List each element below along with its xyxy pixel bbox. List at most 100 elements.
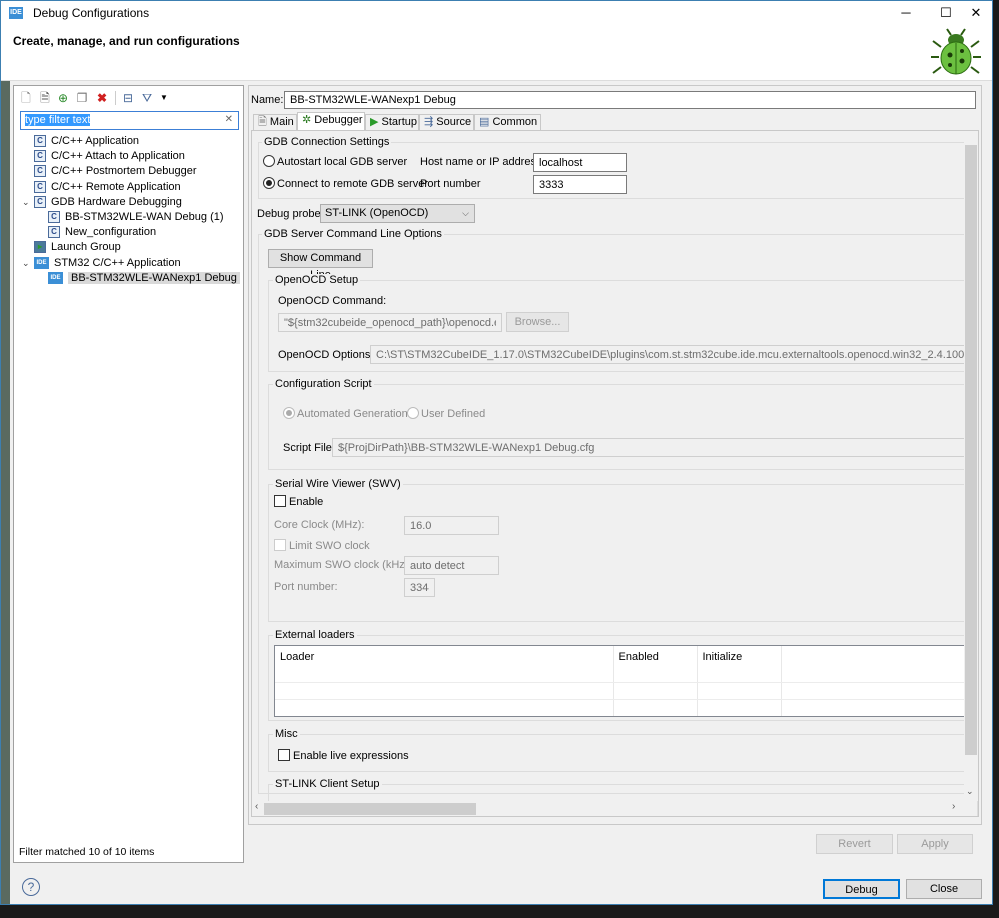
tree-item[interactable]: C C/C++ Remote Application xyxy=(14,180,243,195)
dropdown-icon[interactable]: ▼ xyxy=(156,90,172,106)
tab-startup[interactable]: ▶ Startup xyxy=(365,114,419,130)
vertical-scroll-thumb[interactable] xyxy=(965,145,977,755)
background-window-edge xyxy=(1,81,10,904)
tree-item[interactable]: C New_configuration xyxy=(14,225,243,240)
source-tab-icon: ⇶ xyxy=(424,116,434,128)
swv-group xyxy=(268,484,978,622)
automated-generation-label: Automated Generation xyxy=(297,408,408,420)
configuration-name-input[interactable] xyxy=(284,91,976,109)
filter-text: type filter text xyxy=(25,114,91,126)
horizontal-scrollbar[interactable]: ‹ › xyxy=(252,801,964,816)
tree-item[interactable]: C C/C++ Attach to Application xyxy=(14,149,243,164)
c-config-icon: C xyxy=(48,211,60,224)
openocd-options-input[interactable] xyxy=(370,345,970,364)
delete-icon[interactable]: ✖ xyxy=(94,90,110,106)
host-label: Host name or IP address xyxy=(420,156,542,168)
duplicate-icon[interactable]: ⊕ xyxy=(55,90,71,106)
chevron-down-icon[interactable]: ⌄ xyxy=(22,256,34,271)
common-tab-icon: ▤ xyxy=(479,116,490,128)
openocd-setup-title: OpenOCD Setup xyxy=(273,274,361,286)
c-config-icon: C xyxy=(34,165,46,178)
gdb-server-options-title: GDB Server Command Line Options xyxy=(262,228,444,240)
tab-label: Common xyxy=(492,116,538,128)
debug-probe-select[interactable]: ST-LINK (OpenOCD) ⌵ xyxy=(320,204,475,223)
limit-swo-checkbox[interactable]: Limit SWO clock xyxy=(274,539,370,552)
browse-button[interactable]: Browse... xyxy=(506,312,569,332)
gdb-connection-title: GDB Connection Settings xyxy=(262,136,392,148)
host-input[interactable] xyxy=(533,153,627,172)
column-loader[interactable]: Loader xyxy=(275,646,614,683)
debug-button[interactable]: Debug xyxy=(823,879,900,899)
script-file-label: Script File: xyxy=(283,442,335,454)
help-icon[interactable]: ? xyxy=(22,878,40,896)
revert-button[interactable]: Revert xyxy=(816,834,893,854)
automated-generation-radio[interactable]: Automated Generation xyxy=(283,407,408,420)
tab-main[interactable]: 🗎 Main xyxy=(253,114,297,130)
collapse-all-icon[interactable]: ⊟ xyxy=(120,90,136,106)
tree-item[interactable]: ⌄ IDE STM32 C/C++ Application xyxy=(14,256,243,271)
apply-button[interactable]: Apply xyxy=(897,834,973,854)
column-initialize[interactable]: Initialize xyxy=(697,646,782,683)
filter-input[interactable]: type filter text ✕ xyxy=(20,111,239,130)
new-config-icon[interactable]: 🗋 xyxy=(18,90,34,106)
tree-item-label: Launch Group xyxy=(51,241,121,254)
tab-debugger[interactable]: ✲ Debugger xyxy=(297,112,365,130)
tab-source[interactable]: ⇶ Source xyxy=(419,114,474,130)
chevron-down-icon: ⌵ xyxy=(462,208,469,218)
close-window-button[interactable]: ✕ xyxy=(961,3,991,23)
tree-item[interactable]: IDE BB-STM32WLE-WANexp1 Debug xyxy=(14,271,243,286)
tab-label: Startup xyxy=(381,116,417,128)
maximize-button[interactable]: ☐ xyxy=(931,3,961,23)
core-clock-input[interactable] xyxy=(404,516,499,535)
dialog-title: Create, manage, and run configurations xyxy=(13,34,240,48)
checkbox-icon xyxy=(274,539,286,551)
tree-item[interactable]: ⌄ C GDB Hardware Debugging xyxy=(14,195,243,210)
horizontal-scroll-thumb[interactable] xyxy=(264,803,476,815)
main-tab-icon: 🗎 xyxy=(258,116,267,128)
export-icon[interactable]: ❐ xyxy=(74,90,90,106)
stlink-client-title: ST-LINK Client Setup xyxy=(273,778,382,790)
vertical-scrollbar[interactable]: ⌄ xyxy=(964,131,978,801)
limit-swo-label: Limit SWO clock xyxy=(289,540,370,552)
scroll-left-icon[interactable]: ‹ xyxy=(255,801,258,812)
external-loaders-table[interactable]: Loader Enabled Initialize xyxy=(274,645,974,717)
connect-remote-radio[interactable]: Connect to remote GDB server xyxy=(263,177,428,190)
tab-label: Debugger xyxy=(314,114,363,126)
c-config-icon: C xyxy=(48,226,60,239)
name-label: Name: xyxy=(251,94,284,106)
live-expressions-label: Enable live expressions xyxy=(293,750,409,762)
tab-common[interactable]: ▤ Common xyxy=(474,114,541,130)
filter-icon[interactable]: ⛛ xyxy=(139,90,155,106)
tree-item[interactable]: ▸ Launch Group xyxy=(14,240,243,255)
stm32-ide-icon: IDE xyxy=(34,256,49,269)
tree-item-label: STM32 C/C++ Application xyxy=(54,256,181,269)
tree-item[interactable]: C C/C++ Postmortem Debugger xyxy=(14,164,243,179)
column-enabled[interactable]: Enabled xyxy=(613,646,698,683)
max-swo-input[interactable] xyxy=(404,556,499,575)
show-command-line-button[interactable]: Show Command Line xyxy=(268,249,373,281)
dialog-header: Create, manage, and run configurations xyxy=(1,25,992,81)
tree-item[interactable]: C C/C++ Application xyxy=(14,134,243,149)
user-defined-radio[interactable]: User Defined xyxy=(407,407,485,420)
close-button[interactable]: Close xyxy=(906,879,982,899)
port-input[interactable] xyxy=(533,175,627,194)
scroll-down-icon[interactable]: ⌄ xyxy=(966,786,974,797)
swv-port-label: Port number: xyxy=(274,581,338,593)
probe-value: ST-LINK (OpenOCD) xyxy=(325,207,429,219)
chevron-down-icon[interactable]: ⌄ xyxy=(22,195,34,210)
core-clock-label: Core Clock (MHz): xyxy=(274,519,365,531)
tab-label: Source xyxy=(436,116,472,128)
swv-enable-checkbox[interactable]: Enable xyxy=(274,495,323,508)
minimize-button[interactable]: ─ xyxy=(891,3,921,23)
scroll-right-icon[interactable]: › xyxy=(952,801,955,812)
script-file-input[interactable] xyxy=(332,438,972,457)
live-expressions-checkbox[interactable]: Enable live expressions xyxy=(278,749,409,762)
swv-port-input[interactable] xyxy=(404,578,435,597)
new-prototype-icon[interactable]: 🗎 xyxy=(37,90,53,106)
openocd-command-label: OpenOCD Command: xyxy=(278,295,387,307)
tree-item[interactable]: C BB-STM32WLE-WAN Debug (1) xyxy=(14,210,243,225)
openocd-command-input[interactable] xyxy=(278,313,502,332)
radio-selected-icon xyxy=(263,177,275,189)
clear-filter-icon[interactable]: ✕ xyxy=(225,114,233,125)
autostart-radio[interactable]: Autostart local GDB server xyxy=(263,155,407,168)
